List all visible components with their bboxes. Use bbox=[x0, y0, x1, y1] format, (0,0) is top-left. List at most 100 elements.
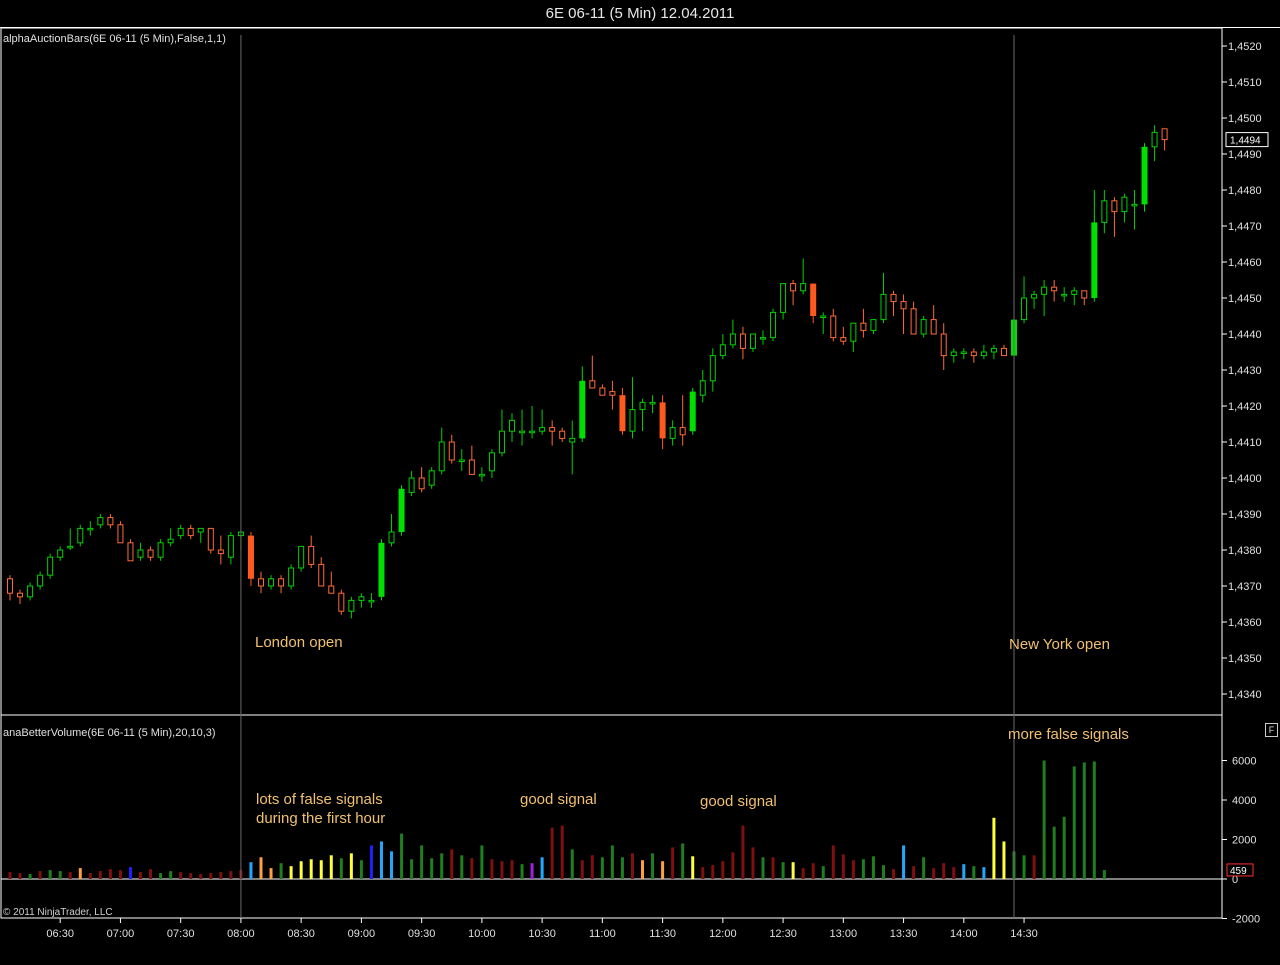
time-tick-label: 10:30 bbox=[528, 928, 556, 940]
volume-bar bbox=[821, 866, 825, 879]
annotation-london-open: London open bbox=[255, 634, 343, 651]
candle-body bbox=[167, 538, 174, 544]
volume-bar bbox=[390, 851, 394, 879]
candle-body bbox=[278, 578, 285, 587]
price-tick-label: 1,4360 bbox=[1228, 617, 1262, 629]
volume-bar bbox=[942, 863, 946, 879]
volume-bar bbox=[520, 864, 524, 879]
candle-body bbox=[478, 473, 485, 477]
candle-body bbox=[1151, 131, 1158, 148]
volume-tick-label: 2000 bbox=[1232, 835, 1256, 847]
volume-bar bbox=[68, 872, 72, 879]
candle-body bbox=[579, 380, 586, 439]
volume-bar bbox=[490, 859, 494, 879]
candle-body bbox=[739, 333, 746, 349]
volume-bar bbox=[972, 866, 976, 879]
candle-body bbox=[438, 441, 445, 472]
candle-body bbox=[880, 293, 887, 321]
volume-bar bbox=[982, 867, 986, 879]
volume-bar bbox=[500, 861, 504, 879]
price-tick-label: 1,4470 bbox=[1228, 221, 1262, 233]
time-tick-label: 07:00 bbox=[107, 928, 135, 940]
candle-body bbox=[308, 545, 315, 565]
price-tick-label: 1,4460 bbox=[1228, 257, 1262, 269]
volume-bar bbox=[128, 867, 132, 879]
volume-bar bbox=[731, 852, 735, 879]
volume-bar bbox=[580, 860, 584, 879]
volume-bar bbox=[369, 845, 373, 879]
time-tick-label: 10:00 bbox=[468, 928, 496, 940]
price-tick-label: 1,4370 bbox=[1228, 581, 1262, 593]
volume-bar bbox=[98, 871, 102, 879]
annotation-new-york-open: New York open bbox=[1009, 636, 1110, 653]
candle-body bbox=[498, 430, 505, 454]
volume-bar bbox=[189, 873, 193, 879]
candle-body bbox=[288, 567, 295, 587]
annotation-false-signals: lots of false signals during the first h… bbox=[256, 790, 385, 828]
volume-bar bbox=[610, 845, 614, 879]
candle-body bbox=[659, 402, 666, 439]
candle-body bbox=[860, 322, 867, 331]
candle-body bbox=[619, 395, 626, 432]
price-tick-label: 1,4430 bbox=[1228, 365, 1262, 377]
volume-tick-label: -2000 bbox=[1232, 914, 1260, 926]
price-tick-label: 1,4520 bbox=[1228, 41, 1262, 53]
volume-bar bbox=[851, 860, 855, 879]
candle-body bbox=[17, 592, 24, 598]
candle-body bbox=[338, 592, 345, 612]
candle-body bbox=[77, 527, 84, 544]
candle-body bbox=[1101, 200, 1108, 223]
candle-body bbox=[1071, 290, 1078, 295]
price-tick-label: 1,4340 bbox=[1228, 689, 1262, 701]
candle-body bbox=[368, 599, 375, 603]
volume-bar bbox=[249, 862, 253, 879]
volume-bar bbox=[28, 874, 32, 879]
candle-body bbox=[137, 549, 144, 558]
panel-f-button[interactable]: F bbox=[1265, 723, 1278, 737]
price-tick-label: 1,4380 bbox=[1228, 545, 1262, 557]
volume-bar bbox=[831, 845, 835, 879]
volume-bar bbox=[540, 857, 544, 879]
volume-bar bbox=[952, 867, 956, 879]
volume-bar bbox=[1042, 760, 1046, 879]
volume-bar bbox=[962, 864, 966, 879]
candle-body bbox=[729, 333, 736, 346]
candle-body bbox=[298, 545, 305, 569]
candle-body bbox=[509, 419, 515, 432]
volume-bar bbox=[169, 871, 173, 879]
time-tick-label: 11:00 bbox=[589, 928, 616, 940]
candle-body bbox=[709, 355, 716, 382]
chart-canvas[interactable]: 1,4520 1,4510 1,4500 1,4490 1,4480 1,4470 1,44… bbox=[0, 0, 1280, 965]
annotation-good-signal-1: good signal bbox=[520, 791, 597, 808]
volume-bar bbox=[1072, 766, 1076, 879]
candle-body bbox=[388, 531, 395, 544]
candle-body bbox=[428, 470, 435, 486]
candle-body bbox=[57, 549, 64, 558]
candle-body bbox=[1091, 222, 1098, 298]
candle-body bbox=[559, 430, 566, 439]
volume-bar bbox=[149, 869, 153, 879]
volume-bar bbox=[349, 853, 353, 879]
candle-body bbox=[840, 337, 847, 342]
time-tick-label: 09:00 bbox=[348, 928, 376, 940]
volume-bar bbox=[209, 873, 213, 879]
time-tick-label: 07:30 bbox=[167, 928, 195, 940]
candle-body bbox=[418, 477, 425, 490]
volume-bar bbox=[570, 849, 574, 879]
volume-bar bbox=[992, 817, 996, 879]
volume-bar bbox=[912, 866, 916, 879]
annotation-more-false-signals: more false signals bbox=[1008, 726, 1129, 743]
volume-bar bbox=[671, 847, 675, 879]
volume-bar bbox=[841, 854, 845, 879]
chart-frame bbox=[0, 27, 1223, 919]
volume-bar bbox=[661, 861, 665, 879]
volume-bar bbox=[118, 870, 122, 879]
candle-body bbox=[529, 430, 536, 434]
candle-body bbox=[679, 427, 686, 436]
candle-body bbox=[328, 585, 335, 594]
candle-body bbox=[1141, 146, 1148, 205]
price-tick-label: 1,4440 bbox=[1228, 329, 1262, 341]
candle-body bbox=[1051, 286, 1058, 292]
volume-bar bbox=[1062, 816, 1066, 879]
volume-bar bbox=[1052, 826, 1056, 879]
